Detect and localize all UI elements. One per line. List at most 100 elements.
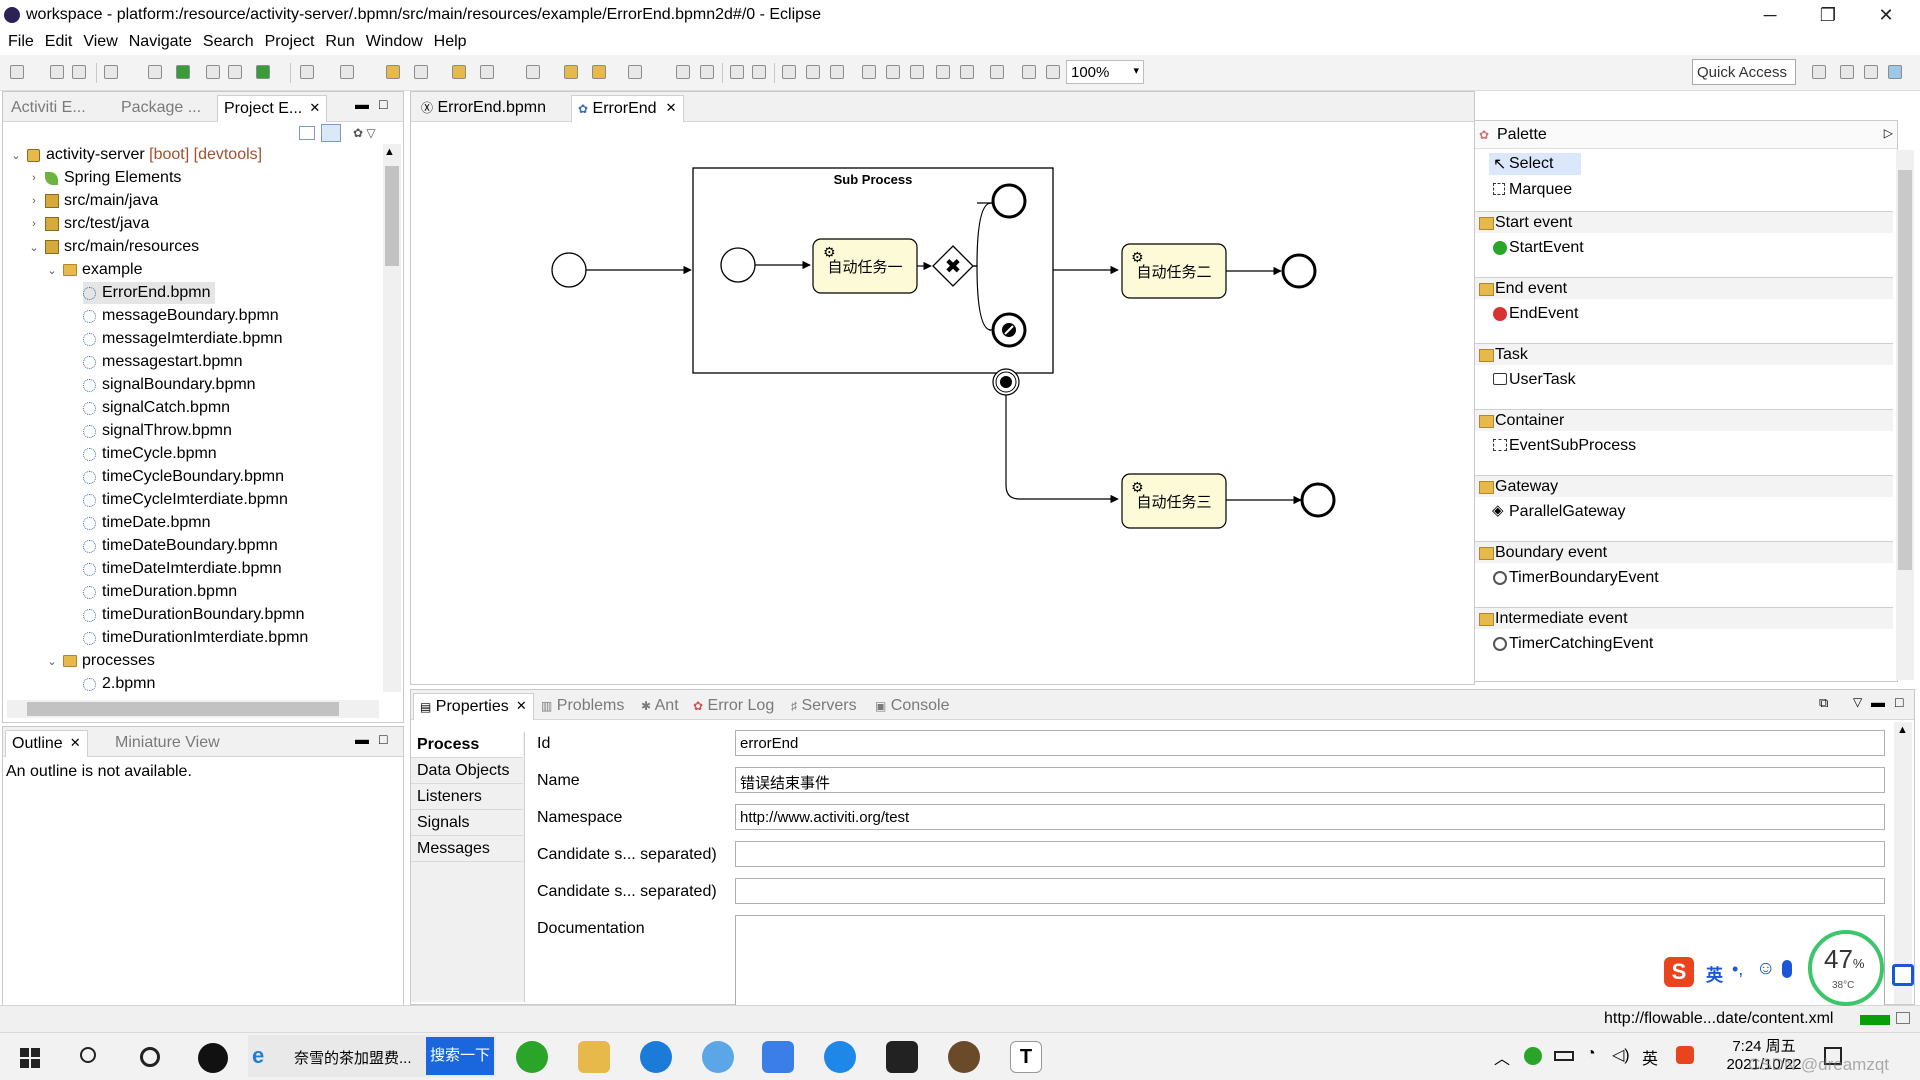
close-button[interactable]: ✕: [1858, 0, 1914, 30]
palette-group-boundary-event[interactable]: Boundary event: [1475, 541, 1893, 563]
wifi-icon[interactable]: ◔: [1586, 1045, 1596, 1063]
open-type-icon[interactable]: [414, 65, 428, 79]
id-field[interactable]: errorEnd: [735, 730, 1885, 756]
tree-src-test-java[interactable]: › src/test/java: [27, 213, 149, 235]
palette-group-end-event[interactable]: End event: [1475, 277, 1893, 299]
debug-perspective-icon[interactable]: [1864, 65, 1878, 79]
toggle-icon[interactable]: [206, 65, 220, 79]
menu-run[interactable]: Run: [325, 33, 354, 51]
tab-servers[interactable]: ♯ Servers: [785, 693, 863, 720]
palette-item-end-event[interactable]: EndEvent: [1489, 303, 1578, 325]
palette-item-parallel-gateway[interactable]: ◈ ParallelGateway: [1489, 501, 1626, 523]
menu-edit[interactable]: Edit: [45, 33, 73, 51]
menu-help[interactable]: Help: [434, 33, 467, 51]
tree-example-folder[interactable]: ⌄ example: [45, 259, 142, 281]
menu-navigate[interactable]: Navigate: [129, 33, 192, 51]
tab-project-explorer[interactable]: Project E... ✕: [217, 95, 328, 122]
tree-file[interactable]: 2.bpmn: [83, 673, 155, 695]
save-icon[interactable]: [50, 65, 64, 79]
open-console-icon[interactable]: ⧉: [1819, 695, 1828, 711]
undo-icon[interactable]: [676, 65, 690, 79]
tree-file[interactable]: timeCycleBoundary.bpmn: [83, 466, 284, 488]
view-menu-icon[interactable]: ✿ ▽: [353, 126, 376, 140]
tab-properties[interactable]: ▤ Properties ✕: [413, 693, 534, 720]
candidate-groups-field[interactable]: [735, 878, 1885, 904]
menu-window[interactable]: Window: [366, 33, 423, 51]
grid-icon[interactable]: [990, 65, 1004, 79]
tree-file[interactable]: timeDateImterdiate.bpmn: [83, 558, 282, 580]
sogou-tray-icon[interactable]: [1676, 1046, 1694, 1064]
align-bottom-icon[interactable]: [910, 65, 924, 79]
ime-toolbar[interactable]: S 英 •, ☺: [1660, 955, 1808, 991]
palette-group-intermediate-event[interactable]: Intermediate event: [1475, 607, 1893, 629]
tree-file[interactable]: signalBoundary.bpmn: [83, 374, 256, 396]
subprocess-start-event[interactable]: [720, 247, 756, 283]
subprocess-end-event[interactable]: [991, 183, 1027, 219]
align-center-icon[interactable]: [806, 65, 820, 79]
maximize-icon[interactable]: □: [1895, 694, 1903, 710]
align-middle-icon[interactable]: [886, 65, 900, 79]
maximize-icon[interactable]: □: [379, 731, 387, 747]
tab-errorend-diagram[interactable]: ✿ ErrorEnd ✕: [571, 95, 684, 122]
start-event[interactable]: [551, 252, 587, 288]
palette-marquee-tool[interactable]: Marquee: [1489, 179, 1572, 201]
volume-icon[interactable]: ◁): [1612, 1045, 1630, 1065]
palette-item-event-subprocess[interactable]: EventSubProcess: [1489, 435, 1636, 457]
side-tab-signals[interactable]: Signals: [411, 810, 523, 836]
tree-file[interactable]: timeDate.bpmn: [83, 512, 211, 534]
menu-view[interactable]: View: [83, 33, 117, 51]
side-tab-process[interactable]: Process: [411, 732, 523, 758]
search-button[interactable]: 搜索一下: [426, 1037, 494, 1075]
tree-file[interactable]: ErrorEnd.bpmn: [83, 282, 215, 304]
search-icon[interactable]: [80, 1047, 96, 1063]
tab-outline[interactable]: Outline ✕: [5, 730, 88, 757]
end-event-2[interactable]: [1300, 482, 1336, 518]
tree-file[interactable]: timeDurationBoundary.bpmn: [83, 604, 304, 626]
palette-group-task[interactable]: Task: [1475, 343, 1893, 365]
zoom-select[interactable]: 100% ▾: [1066, 60, 1144, 84]
tree-file[interactable]: timeDateBoundary.bpmn: [83, 535, 278, 557]
properties-scrollbar[interactable]: ▲: [1894, 722, 1912, 1004]
run-icon[interactable]: [256, 65, 270, 79]
open-perspective-icon[interactable]: [1812, 65, 1826, 79]
palette-group-container[interactable]: Container: [1475, 409, 1893, 431]
back-icon[interactable]: [564, 65, 578, 79]
minimize-icon[interactable]: ▬: [355, 731, 369, 747]
palette-item-timer-catching[interactable]: TimerCatchingEvent: [1489, 633, 1653, 655]
spring-perspective-icon[interactable]: [1840, 65, 1854, 79]
tree-file[interactable]: timeCycleImterdiate.bpmn: [83, 489, 288, 511]
file-explorer-icon[interactable]: [578, 1041, 610, 1073]
vertical-scrollbar[interactable]: ▲: [383, 144, 401, 692]
redo-icon[interactable]: [700, 65, 714, 79]
forward-icon[interactable]: [628, 65, 642, 79]
minimize-icon[interactable]: ▬: [355, 96, 369, 112]
tab-activiti-explorer[interactable]: Activiti E...: [5, 95, 92, 122]
baidu-netdisk-icon[interactable]: [702, 1041, 734, 1073]
match-height-icon[interactable]: [960, 65, 974, 79]
app-launcher-icon[interactable]: [198, 1043, 228, 1073]
windows-start-icon[interactable]: [20, 1048, 40, 1068]
tree-file[interactable]: timeDurationImterdiate.bpmn: [83, 627, 308, 649]
tree-file[interactable]: messagestart.bpmn: [83, 351, 243, 373]
tab-ant[interactable]: ✱ Ant: [635, 693, 685, 720]
tree-file[interactable]: signalCatch.bpmn: [83, 397, 230, 419]
spring-boot-icon[interactable]: [176, 65, 190, 79]
side-tab-messages[interactable]: Messages: [411, 836, 523, 862]
paste-icon[interactable]: [752, 65, 766, 79]
terminal-icon[interactable]: [148, 65, 162, 79]
prev-annotation-icon[interactable]: [526, 65, 540, 79]
palette-item-timer-boundary[interactable]: TimerBoundaryEvent: [1489, 567, 1659, 589]
refresh-icon[interactable]: [228, 65, 242, 79]
minimize-button[interactable]: ─: [1742, 0, 1798, 30]
close-icon[interactable]: ✕: [516, 698, 527, 714]
zoom-out-icon[interactable]: [1022, 65, 1036, 79]
close-icon[interactable]: ✕: [666, 100, 677, 116]
align-right-icon[interactable]: [830, 65, 844, 79]
zoom-in-icon[interactable]: [1046, 65, 1060, 79]
end-event-1[interactable]: [1281, 253, 1317, 289]
palette-item-start-event[interactable]: StartEvent: [1489, 237, 1584, 259]
align-top-icon[interactable]: [862, 65, 876, 79]
side-tab-listeners[interactable]: Listeners: [411, 784, 523, 810]
bpmn-canvas[interactable]: Sub Process ⚙ 自动任务一 ✖ ⚙ 自动任务二 ⚙ 自动任务三: [411, 123, 1475, 683]
open-folder-icon[interactable]: [386, 65, 400, 79]
